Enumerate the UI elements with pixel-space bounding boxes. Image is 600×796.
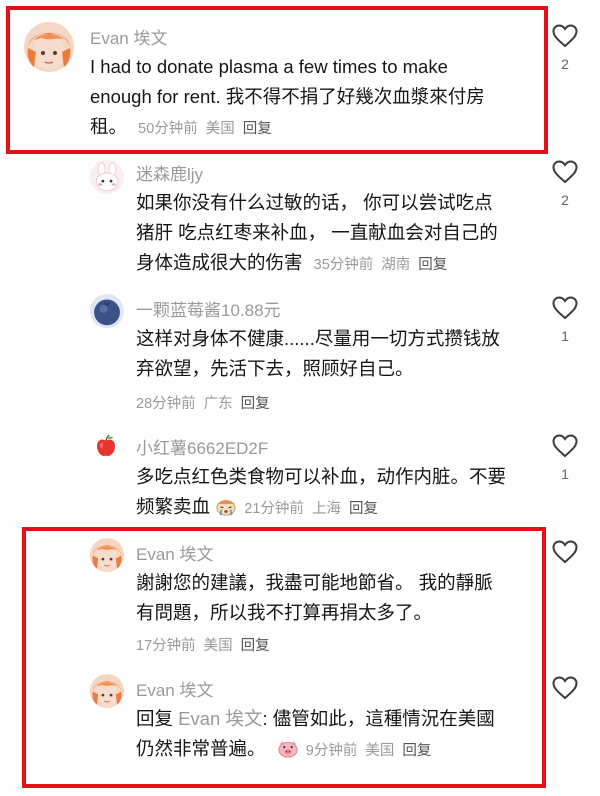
comment-author[interactable]: 小红薯6662ED2F: [136, 434, 268, 459]
heart-icon: [552, 296, 578, 320]
comment-author[interactable]: Evan 埃文: [90, 24, 167, 49]
reply-button[interactable]: 回复: [418, 250, 447, 280]
comment-author[interactable]: 迷森鹿ljy: [136, 160, 203, 185]
comment-meta: 21分钟前 上海 回复: [244, 501, 378, 517]
orange-hair-avatar-icon[interactable]: [90, 674, 124, 708]
comment-text: 多吃点红色类食物可以补血，动作内脏。不要 频繁卖血 21分钟前 上海 回复: [136, 462, 536, 524]
reply-button[interactable]: 回复: [241, 392, 270, 413]
comment-meta: 9分钟前 美国 回复: [306, 743, 432, 759]
comment-meta: 17分钟前 美国 回复: [136, 634, 270, 655]
orange-hair-avatar-icon[interactable]: [24, 22, 74, 72]
like-count: 2: [561, 56, 569, 72]
comment-author[interactable]: Evan 埃文: [136, 676, 213, 701]
heart-icon: [552, 24, 578, 48]
pink-bunny-avatar-icon[interactable]: [90, 160, 124, 194]
like-count: [550, 708, 580, 722]
like-button[interactable]: 1: [550, 434, 580, 482]
reply-button[interactable]: 回复: [243, 114, 272, 144]
heart-icon: [552, 540, 578, 564]
comment-meta: 28分钟前 广东 回复: [136, 392, 270, 413]
reply-button[interactable]: 回复: [349, 494, 378, 524]
like-count: [550, 572, 580, 586]
blueberry-avatar-icon[interactable]: [90, 294, 124, 328]
like-button[interactable]: [550, 676, 580, 722]
pig-sticker-icon: [277, 738, 299, 758]
like-count: 1: [561, 328, 569, 344]
comment-text: 如果你没有什么过敏的话， 你可以尝试吃点 猪肝 吃点红枣来补血， 一直献血会对自…: [136, 188, 536, 280]
comment-text: 謝謝您的建議，我盡可能地節省。 我的靜脈 有問題，所以我不打算再捐太多了。: [136, 572, 493, 623]
comment-text: I had to donate plasma a few times to ma…: [90, 52, 540, 144]
like-count: 1: [561, 466, 569, 482]
like-count: 2: [561, 192, 569, 208]
reply-button[interactable]: 回复: [241, 634, 270, 655]
comment-author[interactable]: Evan 埃文: [136, 540, 213, 565]
like-button[interactable]: 2: [550, 160, 580, 208]
like-button[interactable]: 1: [550, 296, 580, 344]
heart-icon: [552, 676, 578, 700]
crying-sticker-icon: [215, 496, 237, 516]
reply-button[interactable]: 回复: [402, 736, 431, 766]
heart-icon: [552, 434, 578, 458]
comment-meta: 50分钟前 美国 回复: [138, 121, 272, 137]
heart-icon: [552, 160, 578, 184]
comment-meta: 35分钟前 湖南 回复: [314, 257, 448, 273]
like-button[interactable]: 2: [550, 24, 580, 72]
orange-hair-avatar-icon[interactable]: [90, 538, 124, 572]
comment-text: 回复 Evan 埃文: 儘管如此，這種情況在美國 仍然非常普遍。 9分钟前 美国回…: [136, 704, 536, 766]
apple-avatar-icon[interactable]: [92, 432, 120, 460]
comment-author[interactable]: 一颗蓝莓酱10.88元: [136, 296, 281, 321]
comment-text: 这样对身体不健康......尽量用一切方式攒钱放 弃欲望，先活下去，照顾好自己。: [136, 328, 500, 379]
like-button[interactable]: [550, 540, 580, 586]
reply-to-user[interactable]: Evan 埃文: [178, 708, 262, 729]
